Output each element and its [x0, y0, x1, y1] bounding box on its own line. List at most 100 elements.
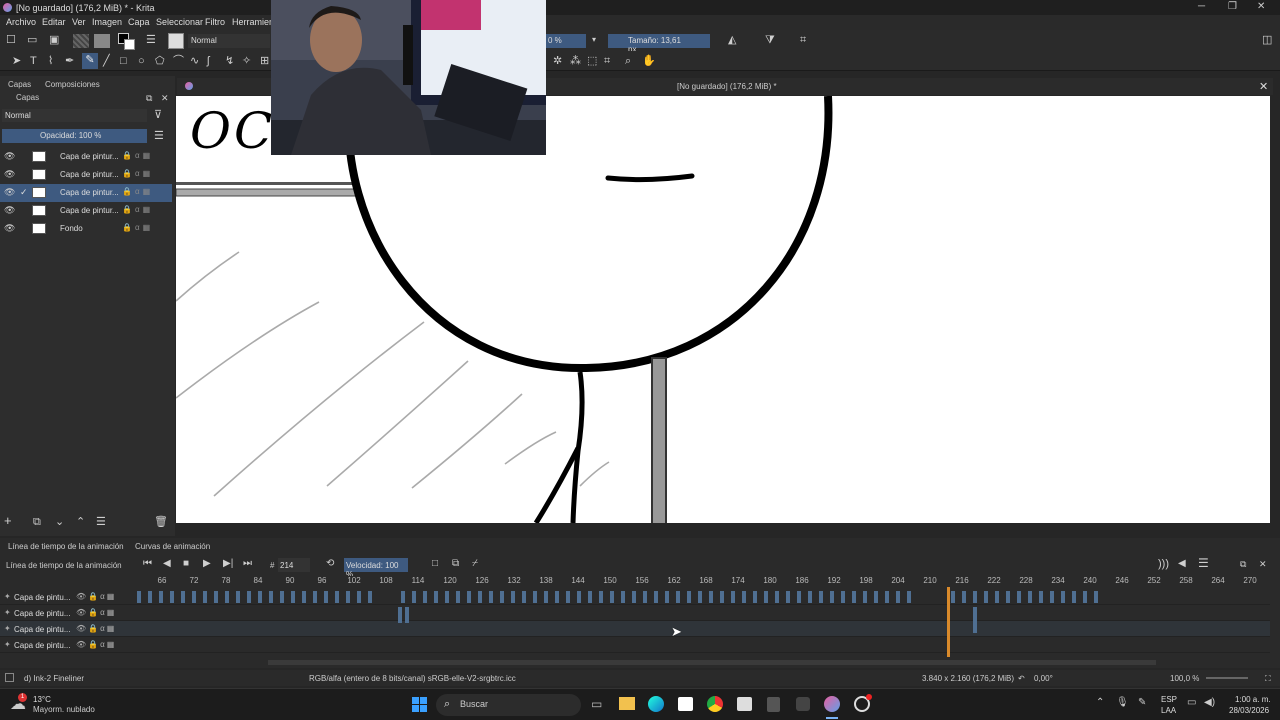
- keyframe[interactable]: [643, 591, 647, 603]
- keyframe[interactable]: [280, 591, 284, 603]
- keyframe[interactable]: [654, 591, 658, 603]
- tray-chevron-icon[interactable]: ⌃: [1096, 697, 1104, 708]
- keyframe[interactable]: [445, 591, 449, 603]
- tab-animation-curves[interactable]: Curvas de animación: [135, 542, 210, 551]
- davinci-icon[interactable]: [796, 697, 810, 711]
- visibility-eye-icon[interactable]: 👁: [4, 151, 15, 162]
- rotation-value[interactable]: 0,00°: [1034, 674, 1053, 683]
- tab-composiciones[interactable]: Composiciones: [45, 80, 100, 89]
- last-frame-icon[interactable]: ⏭: [243, 558, 252, 570]
- layer-row[interactable]: 👁 Capa de pintur... 🔒α▦: [0, 148, 172, 166]
- keyframe[interactable]: [687, 591, 691, 603]
- timeline-float-icon[interactable]: ⧉: [1240, 558, 1246, 570]
- keyframe[interactable]: [1017, 591, 1021, 603]
- network-icon[interactable]: ▭: [1187, 697, 1196, 708]
- keyframe[interactable]: [841, 591, 845, 603]
- timeline-scrollbar[interactable]: [268, 660, 1156, 665]
- keyframe[interactable]: [423, 591, 427, 603]
- keyframe[interactable]: [159, 591, 163, 603]
- keyframe[interactable]: [874, 591, 878, 603]
- store-icon[interactable]: [678, 697, 693, 711]
- next-frame-icon[interactable]: ▶|: [223, 558, 233, 570]
- edge-icon[interactable]: [648, 696, 664, 712]
- keyframe[interactable]: [621, 591, 625, 603]
- keyframes-area[interactable]: [135, 589, 1270, 657]
- keyframe[interactable]: [170, 591, 174, 603]
- keyframe[interactable]: [588, 591, 592, 603]
- drop-frames-icon[interactable]: □: [432, 558, 438, 570]
- visibility-eye-icon[interactable]: 👁: [4, 169, 15, 180]
- pen-icon[interactable]: ✎: [1138, 697, 1146, 708]
- keyframe[interactable]: [599, 591, 603, 603]
- frame-ruler[interactable]: 66 72 78 84 90 96 102 108 114 120 126 132 138 144 150 1…: [135, 576, 1270, 588]
- speed-slider[interactable]: Velocidad: 100 %: [344, 558, 408, 579]
- docker-float-icon[interactable]: ⧉: [146, 92, 152, 104]
- keyframe[interactable]: [1050, 591, 1054, 603]
- size-slider[interactable]: Tamaño: 13,61 px: [608, 34, 710, 54]
- clock-time[interactable]: 1:00 a. m.: [1235, 695, 1271, 704]
- brush-settings-icon[interactable]: ☰: [146, 34, 156, 46]
- open-folder-icon[interactable]: ▭: [27, 34, 37, 46]
- keyframe[interactable]: [610, 591, 614, 603]
- keyframe[interactable]: [720, 591, 724, 603]
- taskbar-search[interactable]: ⌕ Buscar: [436, 694, 581, 716]
- chrome-icon[interactable]: [707, 696, 723, 712]
- similar-select-icon[interactable]: ⁂: [570, 55, 581, 67]
- keyframe[interactable]: [819, 591, 823, 603]
- keyframe[interactable]: [753, 591, 757, 603]
- move-down-icon[interactable]: ⌄: [55, 516, 64, 528]
- layer-property-icons[interactable]: 🔒α▦: [122, 205, 153, 214]
- blend-mode-select[interactable]: Normal: [188, 34, 270, 48]
- keyframe[interactable]: [786, 591, 790, 603]
- filter-icon[interactable]: ⊽: [154, 109, 162, 121]
- zoom-slider[interactable]: [1206, 677, 1248, 679]
- keyframe[interactable]: [973, 591, 977, 603]
- task-view-icon[interactable]: ▭: [591, 697, 602, 711]
- mirror-vertical-icon[interactable]: ⧩: [765, 34, 775, 46]
- keyframe[interactable]: [346, 591, 350, 603]
- keyframe[interactable]: [478, 591, 482, 603]
- onion-skin-icon[interactable]: ⧉: [452, 558, 459, 570]
- language-top[interactable]: ESP: [1161, 695, 1177, 704]
- freehand-brush-tool[interactable]: ✎: [82, 53, 98, 69]
- clock-date[interactable]: 28/03/2026: [1229, 706, 1269, 715]
- ellipse-tool-icon[interactable]: ○: [138, 55, 145, 67]
- keyframe[interactable]: [676, 591, 680, 603]
- zoom-value[interactable]: 100,0 %: [1170, 674, 1199, 683]
- text-tool-icon[interactable]: T: [30, 55, 37, 67]
- layer-row[interactable]: 👁 Capa de pintur... 🔒α▦: [0, 166, 172, 184]
- keyframe[interactable]: [203, 591, 207, 603]
- fullscreen-icon[interactable]: ⛶: [1265, 674, 1271, 684]
- keyframe[interactable]: [398, 607, 402, 623]
- gradient-swatch[interactable]: [94, 34, 110, 48]
- keyframe[interactable]: [566, 591, 570, 603]
- menu-seleccionar[interactable]: Seleccionar: [156, 17, 203, 27]
- visibility-eye-icon[interactable]: 👁: [4, 223, 15, 234]
- row-property-icons[interactable]: 👁🔒α▦: [76, 640, 116, 649]
- document-tab[interactable]: [No guardado] (176,2 MiB) *: [677, 82, 777, 91]
- layer-blend-select[interactable]: Normal: [2, 109, 147, 122]
- rectangle-tool-icon[interactable]: □: [120, 55, 127, 67]
- keyframe[interactable]: [1072, 591, 1076, 603]
- loop-icon[interactable]: ⟲: [326, 558, 334, 570]
- krita-taskbar-icon[interactable]: [824, 696, 840, 712]
- keyframe[interactable]: [214, 591, 218, 603]
- keyframe[interactable]: [291, 591, 295, 603]
- polyline-tool-icon[interactable]: ⌒: [173, 55, 184, 67]
- visibility-eye-icon[interactable]: 👁: [4, 187, 15, 198]
- keyframe[interactable]: [764, 591, 768, 603]
- language-bottom[interactable]: LAA: [1161, 706, 1176, 715]
- keyframe[interactable]: [405, 607, 409, 623]
- edit-shape-icon[interactable]: ⌇: [48, 55, 53, 67]
- keyframe[interactable]: [247, 591, 251, 603]
- panel-toggle-icon[interactable]: ◫: [1262, 34, 1272, 46]
- keyframe[interactable]: [412, 591, 416, 603]
- menu-herramientas[interactable]: Herramien: [232, 17, 274, 27]
- keyframe[interactable]: [896, 591, 900, 603]
- keyframe[interactable]: [830, 591, 834, 603]
- freehand-path-icon[interactable]: ʃ: [207, 55, 209, 67]
- keyframe[interactable]: [951, 591, 955, 603]
- pattern-swatch[interactable]: [73, 34, 89, 48]
- pan-icon[interactable]: ✋: [642, 55, 656, 67]
- bezier-select-icon[interactable]: ⬚: [587, 55, 597, 67]
